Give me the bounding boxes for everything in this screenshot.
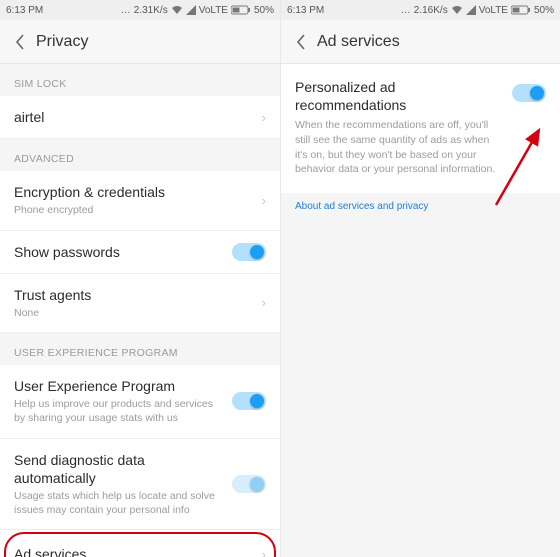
status-bar: 6:13 PM … 2.16K/s VoLTE 50% — [281, 0, 560, 20]
toggle-personalized-ads[interactable] — [512, 84, 546, 102]
status-net: VoLTE — [479, 5, 508, 16]
toggle-diagnostic[interactable] — [232, 475, 266, 493]
chevron-right-icon: › — [262, 193, 266, 208]
back-button[interactable] — [10, 32, 30, 52]
toggle-user-experience[interactable] — [232, 392, 266, 410]
row-personalized-ads[interactable]: Personalized ad recommendations When the… — [281, 64, 560, 193]
row-title: airtel — [14, 108, 254, 126]
phone-left: 6:13 PM … 2.31K/s VoLTE 50% Privacy SIM … — [0, 0, 280, 557]
row-title: Encryption & credentials — [14, 183, 254, 201]
link-about-ad-services[interactable]: About ad services and privacy — [281, 193, 560, 226]
status-bar: 6:13 PM … 2.31K/s VoLTE 50% — [0, 0, 280, 20]
row-sub: Usage stats which help us locate and sol… — [14, 489, 224, 517]
row-encryption[interactable]: Encryption & credentials Phone encrypted… — [0, 171, 280, 230]
status-speed: 2.31K/s — [134, 5, 168, 16]
row-airtel[interactable]: airtel › — [0, 96, 280, 139]
section-advanced: ADVANCED — [0, 139, 280, 171]
status-battery: 50% — [254, 5, 274, 16]
row-user-experience[interactable]: User Experience Program Help us improve … — [0, 365, 280, 439]
row-title: Personalized ad recommendations — [295, 78, 504, 114]
row-ad-services[interactable]: Ad services › — [0, 530, 280, 557]
row-trust-agents[interactable]: Trust agents None › — [0, 274, 280, 333]
section-uep: USER EXPERIENCE PROGRAM — [0, 333, 280, 365]
section-simlock: SIM LOCK — [0, 64, 280, 96]
status-more-icon: … — [401, 5, 411, 16]
row-title: Show passwords — [14, 243, 224, 261]
back-button[interactable] — [291, 32, 311, 52]
signal-icon — [186, 5, 196, 15]
wifi-icon — [451, 5, 463, 15]
phone-right: 6:13 PM … 2.16K/s VoLTE 50% Ad services … — [280, 0, 560, 557]
chevron-right-icon: › — [262, 547, 266, 557]
status-battery: 50% — [534, 5, 554, 16]
battery-icon — [231, 5, 251, 15]
row-sub: When the recommendations are off, you'll… — [295, 118, 504, 177]
chevron-right-icon: › — [262, 295, 266, 310]
row-sub: Help us improve our products and service… — [14, 397, 224, 425]
battery-icon — [511, 5, 531, 15]
header: Ad services — [281, 20, 560, 64]
status-net: VoLTE — [199, 5, 228, 16]
status-right: … 2.31K/s VoLTE 50% — [121, 5, 274, 16]
status-more-icon: … — [121, 5, 131, 16]
status-speed: 2.16K/s — [414, 5, 448, 16]
signal-icon — [466, 5, 476, 15]
row-sub: Phone encrypted — [14, 203, 254, 217]
row-sub: None — [14, 306, 254, 320]
page-title: Privacy — [36, 33, 88, 51]
row-diagnostic[interactable]: Send diagnostic data automatically Usage… — [0, 439, 280, 531]
toggle-show-passwords[interactable] — [232, 243, 266, 261]
chevron-right-icon: › — [262, 110, 266, 125]
status-time: 6:13 PM — [287, 5, 324, 16]
row-title: Send diagnostic data automatically — [14, 451, 224, 487]
row-title: User Experience Program — [14, 377, 224, 395]
status-time: 6:13 PM — [6, 5, 43, 16]
status-right: … 2.16K/s VoLTE 50% — [401, 5, 554, 16]
row-title: Trust agents — [14, 286, 254, 304]
row-show-passwords[interactable]: Show passwords — [0, 231, 280, 274]
header: Privacy — [0, 20, 280, 64]
wifi-icon — [171, 5, 183, 15]
row-title: Ad services — [14, 545, 254, 557]
page-title: Ad services — [317, 33, 400, 51]
